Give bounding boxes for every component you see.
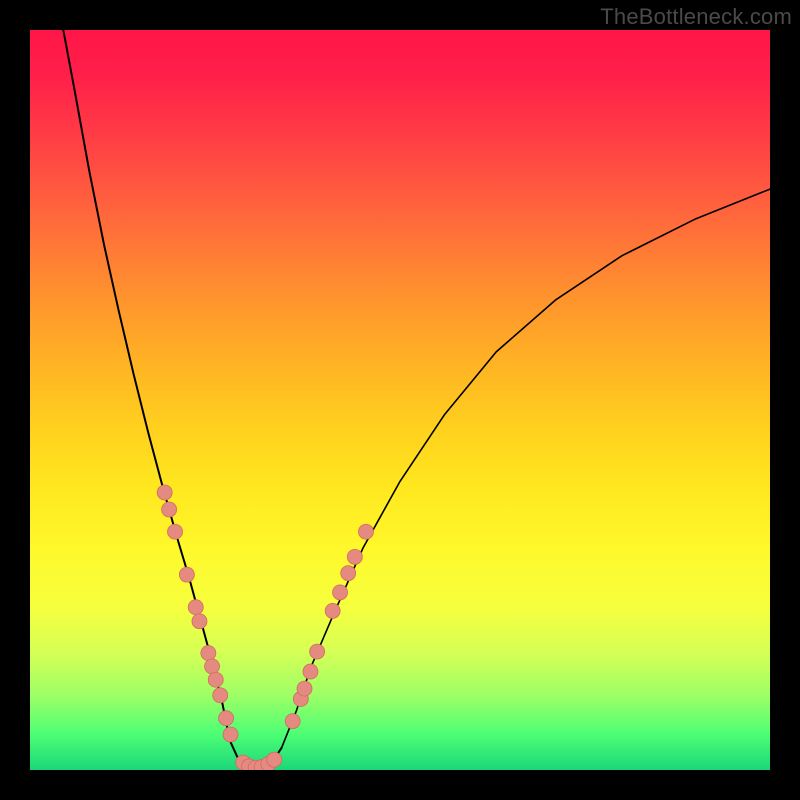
- right-dot: [310, 644, 325, 659]
- left-dot: [162, 502, 177, 517]
- valley-dot: [267, 752, 282, 767]
- left-dot: [223, 727, 238, 742]
- right-dot: [325, 603, 340, 618]
- left-dot: [205, 659, 220, 674]
- curve-right-branch: [282, 189, 770, 748]
- left-dot: [188, 600, 203, 615]
- right-dot: [358, 524, 373, 539]
- right-dot: [341, 566, 356, 581]
- left-dot: [179, 567, 194, 582]
- left-dot: [157, 485, 172, 500]
- left-dot: [201, 646, 216, 661]
- right-dot: [333, 585, 348, 600]
- dots-group: [157, 485, 373, 770]
- left-dot: [219, 711, 234, 726]
- left-dot: [213, 688, 228, 703]
- right-dot: [297, 681, 312, 696]
- right-dot: [347, 549, 362, 564]
- left-dot: [168, 524, 183, 539]
- chart-svg: [30, 30, 770, 770]
- left-dot: [208, 672, 223, 687]
- left-dot: [192, 614, 207, 629]
- plot-area: [30, 30, 770, 770]
- curve-left-branch: [63, 30, 230, 740]
- chart-frame: TheBottleneck.com: [0, 0, 800, 800]
- curve-group: [63, 30, 770, 768]
- right-dot: [303, 664, 318, 679]
- watermark-label: TheBottleneck.com: [600, 4, 792, 30]
- right-dot: [285, 714, 300, 729]
